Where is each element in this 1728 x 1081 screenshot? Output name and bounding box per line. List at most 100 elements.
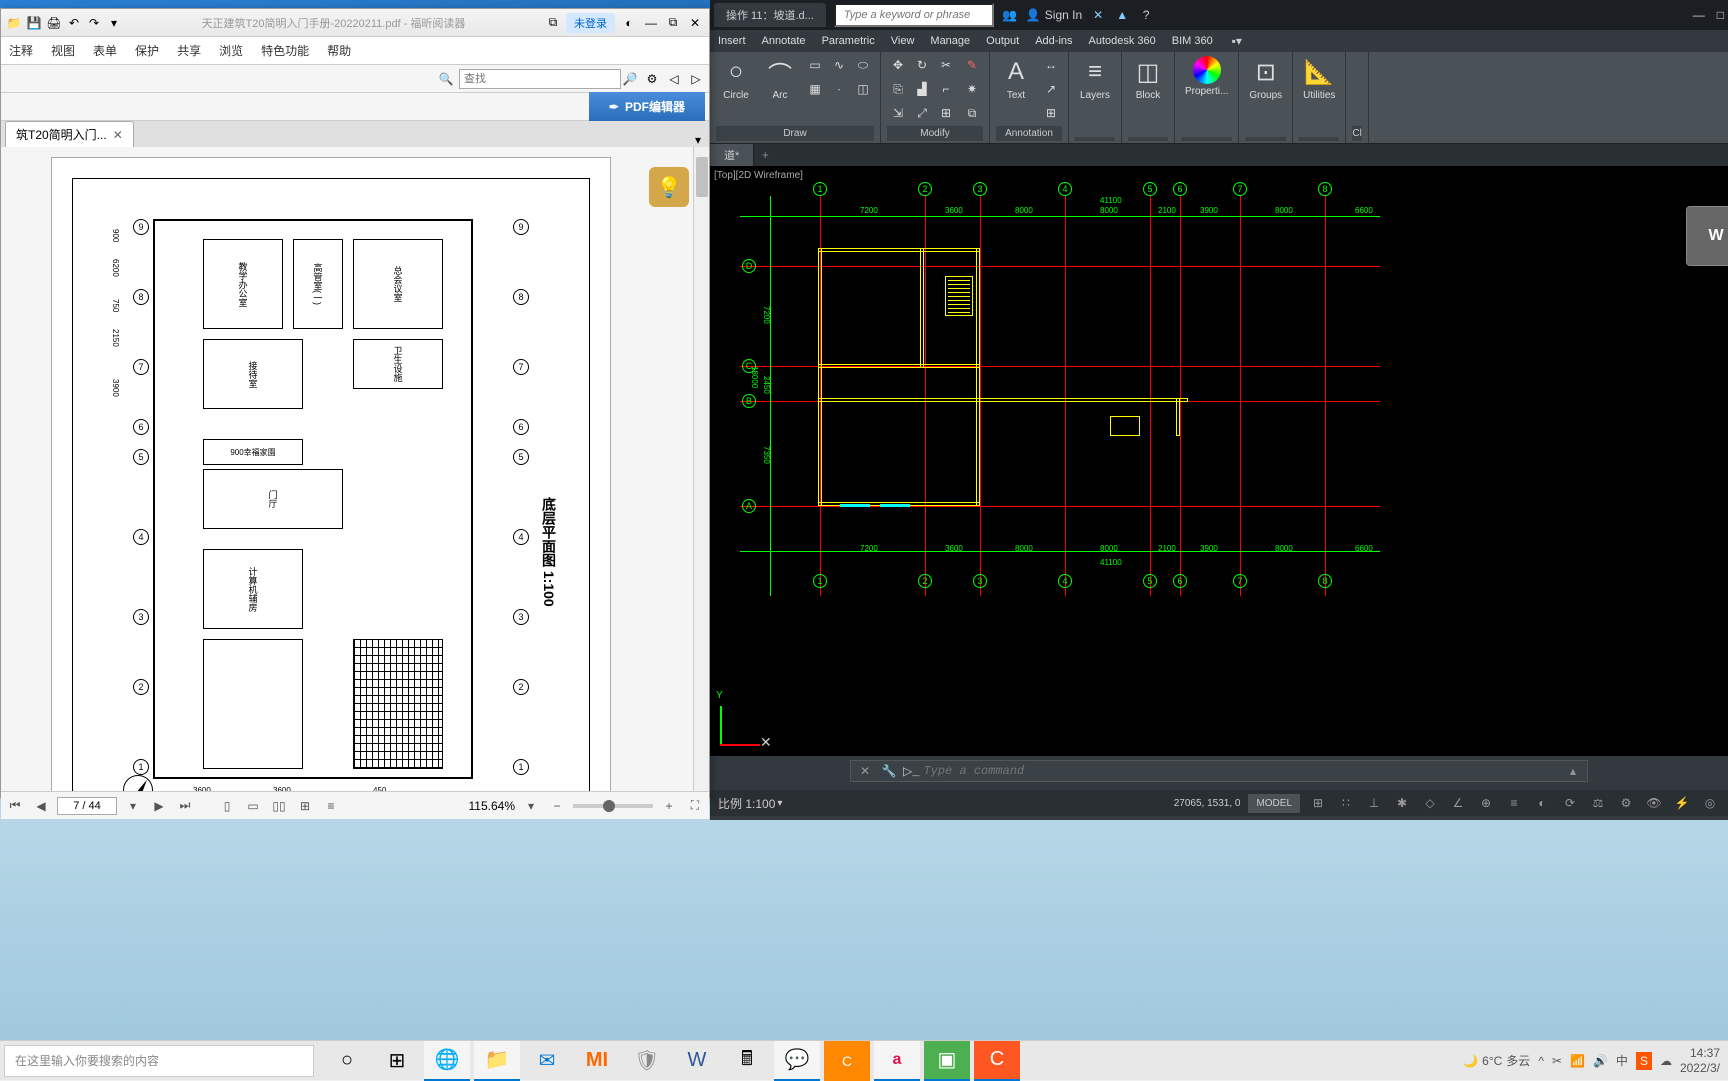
signin-button[interactable]: 👤 Sign In [1026, 8, 1082, 22]
text-button[interactable]: A Text [996, 54, 1036, 103]
annotation-monitor-icon[interactable]: 👁 [1644, 793, 1664, 813]
viewcube[interactable]: W [1686, 206, 1728, 266]
zoom-in-icon[interactable]: + [659, 796, 679, 816]
menu-overflow-icon[interactable]: ▪▾ [1229, 33, 1245, 49]
menu-output[interactable]: Output [986, 35, 1019, 47]
table-icon[interactable]: ⊞ [1040, 102, 1062, 124]
cad-viewport[interactable]: [Top][2D Wireframe] 1 2 3 4 5 [710, 166, 1728, 756]
sogou-icon[interactable]: S [1636, 1052, 1652, 1070]
network-icon[interactable]: 📶 [1570, 1054, 1585, 1068]
maximize-icon[interactable]: □ [1717, 8, 1724, 22]
open-file-icon[interactable]: 📁 [5, 14, 23, 32]
move-icon[interactable]: ✥ [887, 54, 909, 76]
zoom-dropdown-icon[interactable]: ▾ [521, 796, 541, 816]
cad-doc-tab[interactable]: 道* [710, 144, 754, 166]
taskbar-clock[interactable]: 14:37 2022/3/ [1680, 1046, 1720, 1075]
trim-icon[interactable]: ✂ [935, 54, 957, 76]
taskbar-search[interactable]: 在这里输入你要搜索的内容 [4, 1045, 314, 1077]
dropdown-icon[interactable]: ▾ [105, 14, 123, 32]
menu-view[interactable]: View [891, 35, 915, 47]
osnap-icon[interactable]: ◇ [1420, 793, 1440, 813]
search-icon[interactable]: 🔍 [437, 70, 455, 88]
ucs-close-icon[interactable]: ✕ [760, 734, 772, 751]
spline-icon[interactable]: ∿ [828, 54, 850, 76]
array-icon[interactable]: ⊞ [935, 102, 957, 124]
weather-widget[interactable]: 🌙 6°C 多云 [1463, 1052, 1530, 1069]
command-input[interactable] [923, 764, 1559, 778]
minimize-icon[interactable]: — [1693, 8, 1705, 22]
menu-help[interactable]: 帮助 [327, 42, 351, 59]
erase-icon[interactable]: ✎ [961, 54, 983, 76]
circle-button[interactable]: ○ Circle [716, 54, 756, 103]
continuous-facing-icon[interactable]: ⊞ [295, 796, 315, 816]
scale-icon[interactable]: ⤢ [911, 102, 933, 124]
cad-command-line[interactable]: ✕ 🔧 ▷_ ▴ [850, 760, 1588, 782]
rectangle-icon[interactable]: ▭ [804, 54, 826, 76]
fullscreen-icon[interactable]: ⛶ [685, 796, 705, 816]
menu-manage[interactable]: Manage [930, 35, 970, 47]
people-icon[interactable]: 👥 [1002, 7, 1018, 23]
dyn-input-icon[interactable]: ⊕ [1476, 793, 1496, 813]
cortana-icon[interactable]: ○ [324, 1041, 370, 1081]
region-icon[interactable]: ◫ [852, 78, 874, 100]
page-dropdown-icon[interactable]: ▾ [123, 796, 143, 816]
prev-page-icon[interactable]: ◀ [31, 796, 51, 816]
cmdline-close-icon[interactable]: ✕ [855, 761, 875, 781]
zoom-out-icon[interactable]: − [547, 796, 567, 816]
onedrive-icon[interactable]: ☁ [1660, 1054, 1672, 1068]
tips-bulb-icon[interactable]: 💡 [649, 167, 689, 207]
annotation-scale-icon[interactable]: ⚖ [1588, 793, 1608, 813]
close-icon[interactable]: ✕ [685, 15, 705, 31]
lineweight-icon[interactable]: ≡ [1504, 793, 1524, 813]
next-result-icon[interactable]: ▷ [687, 70, 705, 88]
cad-search-input[interactable] [834, 3, 994, 27]
properties-button[interactable]: Properti... [1181, 54, 1232, 99]
point-icon[interactable]: ∙ [828, 78, 850, 100]
leader-icon[interactable]: ↗ [1040, 78, 1062, 100]
offset-icon[interactable]: ⧉ [961, 102, 983, 124]
page-number-input[interactable] [57, 797, 117, 815]
reflow-icon[interactable]: ≡ [321, 796, 341, 816]
facing-icon[interactable]: ▯▯ [269, 796, 289, 816]
search-input[interactable] [459, 69, 621, 89]
task-view-icon[interactable]: ⊞ [374, 1041, 420, 1081]
transparency-icon[interactable]: ◐ [1532, 793, 1552, 813]
maximize-icon[interactable]: ⧉ [663, 15, 683, 31]
polar-icon[interactable]: ✱ [1392, 793, 1412, 813]
cmdline-config-icon[interactable]: 🔧 [879, 761, 899, 781]
next-page-icon[interactable]: ▶ [149, 796, 169, 816]
redo-icon[interactable]: ↷ [85, 14, 103, 32]
security-icon[interactable]: 🛡 [624, 1041, 670, 1081]
document-tab[interactable]: 筑T20简明入门... ✕ [5, 121, 134, 147]
menu-form[interactable]: 表单 [93, 42, 117, 59]
tab-dropdown-icon[interactable]: ▾ [695, 133, 701, 147]
menu-insert[interactable]: Insert [718, 35, 746, 47]
menu-browse[interactable]: 浏览 [219, 42, 243, 59]
tab-close-icon[interactable]: ✕ [113, 128, 123, 142]
word-icon[interactable]: W [674, 1041, 720, 1081]
tray-expand-icon[interactable]: ^ [1538, 1054, 1544, 1068]
exchange-icon[interactable]: ✕ [1090, 7, 1106, 23]
groups-button[interactable]: ⊡ Groups [1245, 54, 1286, 103]
scan-icon[interactable]: ⧉ [544, 14, 562, 32]
menu-annotate[interactable]: Annotate [762, 35, 806, 47]
zoom-slider[interactable] [573, 804, 653, 808]
new-tab-icon[interactable]: + [754, 144, 776, 166]
ortho-icon[interactable]: ⊥ [1364, 793, 1384, 813]
autodesk-icon[interactable]: ▲ [1114, 7, 1130, 23]
screenshot-icon[interactable]: ✂ [1552, 1054, 1562, 1068]
menu-special[interactable]: 特色功能 [261, 42, 309, 59]
model-button[interactable]: MODEL [1248, 794, 1300, 813]
dimension-icon[interactable]: ↔ [1040, 54, 1062, 76]
fillet-icon[interactable]: ⌐ [935, 78, 957, 100]
file-explorer-icon[interactable]: 📁 [474, 1041, 520, 1081]
pdf-content-area[interactable]: 9 8 7 6 5 4 3 2 1 9 8 7 6 5 4 3 2 1 教学 [1, 147, 709, 791]
login-button[interactable]: 未登录 [566, 13, 615, 33]
edge-icon[interactable]: 🌐 [424, 1041, 470, 1081]
settings-icon[interactable]: ⚙ [643, 70, 661, 88]
mirror-icon[interactable]: ▟ [911, 78, 933, 100]
arc-button[interactable]: ⌒ Arc [760, 54, 800, 103]
workspace-icon[interactable]: ⚙ [1616, 793, 1636, 813]
vertical-scrollbar[interactable] [693, 147, 709, 791]
volume-icon[interactable]: 🔊 [1593, 1054, 1608, 1068]
